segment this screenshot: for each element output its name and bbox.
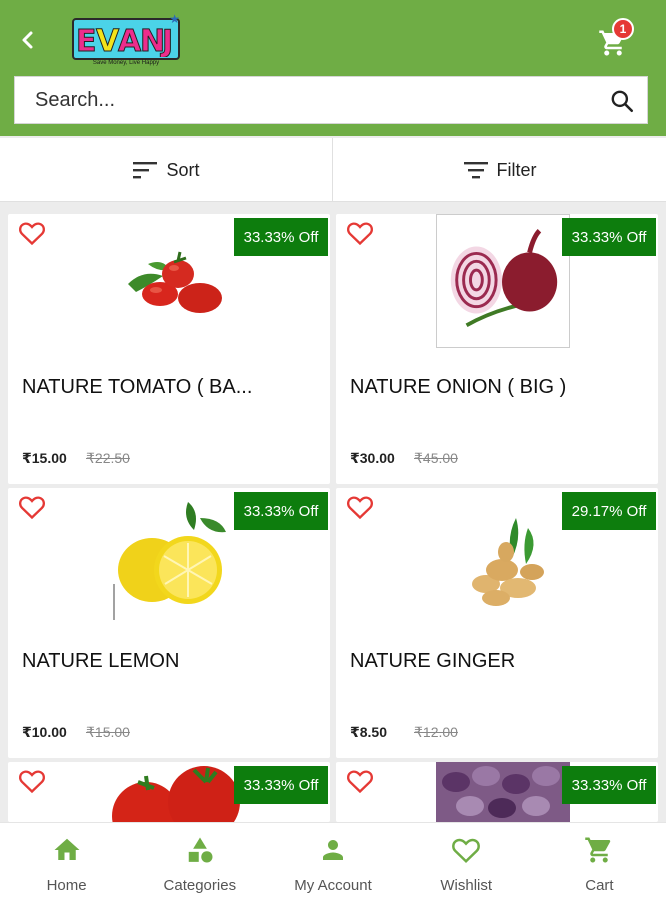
nav-cart-label: Cart [585, 877, 614, 894]
logo-wordmark: E V A N J [76, 24, 174, 58]
discount-badge: 33.33% Off [234, 766, 328, 804]
svg-text:A: A [118, 24, 142, 57]
tomato-image [128, 251, 222, 313]
sort-button[interactable]: Sort [0, 138, 333, 202]
product-name: NATURE TOMATO ( BA... [22, 376, 253, 398]
wishlist-heart-icon[interactable] [18, 220, 46, 246]
wishlist-heart-icon[interactable] [346, 220, 374, 246]
home-icon [54, 838, 80, 860]
nav-home[interactable]: Home [0, 823, 133, 900]
product-card[interactable]: 33.33% Off NATURE ONION ( BIG ) ₹30.00 ₹… [336, 214, 658, 484]
back-arrow-icon [22, 31, 33, 49]
svg-text:V: V [96, 24, 120, 57]
account-icon [323, 840, 343, 860]
product-mrp: ₹15.00 [86, 724, 130, 740]
product-card[interactable]: 33.33% Off [8, 762, 330, 822]
discount-badge: 33.33% Off [234, 218, 328, 256]
discount-badge: 29.17% Off [562, 492, 656, 530]
sort-filter-bar: Sort Filter [0, 138, 666, 202]
product-name: NATURE ONION ( BIG ) [350, 376, 567, 398]
lemon-image [113, 502, 226, 620]
discount-badge: 33.33% Off [562, 218, 656, 256]
filter-button[interactable]: Filter [333, 138, 666, 202]
heart-icon [452, 838, 481, 863]
nav-home-label: Home [46, 877, 87, 894]
wishlist-heart-icon[interactable] [346, 494, 374, 520]
product-mrp: ₹22.50 [86, 450, 130, 466]
wishlist-heart-icon[interactable] [18, 494, 46, 520]
product-price: ₹10.00 [22, 724, 67, 740]
app-header: E V A N J ★ Save Money, Live Happy 1 [0, 0, 666, 136]
wishlist-heart-icon[interactable] [346, 768, 374, 794]
svg-text:J: J [160, 24, 174, 57]
search-icon[interactable] [609, 88, 635, 114]
search-input[interactable] [15, 78, 595, 122]
ginger-image [472, 518, 544, 606]
product-price: ₹8.50 [350, 724, 387, 740]
nav-wishlist-label: Wishlist [440, 877, 493, 894]
back-button[interactable] [14, 26, 42, 54]
onion-image [436, 214, 570, 348]
product-card[interactable]: 33.33% Off [336, 762, 658, 822]
product-price: ₹15.00 [22, 450, 67, 466]
sort-icon [133, 162, 158, 179]
discount-badge: 33.33% Off [562, 766, 656, 804]
logo-tagline: Save Money, Live Happy [92, 60, 160, 66]
search-bar [14, 76, 648, 124]
product-name: NATURE LEMON [22, 650, 180, 672]
product-card[interactable]: 33.33% Off NATURE LEMON ₹10.00 ₹15.00 [8, 488, 330, 758]
product-price: ₹30.00 [350, 450, 395, 466]
filter-label: Filter [496, 159, 537, 180]
cart-count-badge: 1 [612, 18, 634, 40]
sort-label: Sort [166, 159, 200, 180]
filter-icon [463, 162, 488, 179]
wishlist-heart-icon[interactable] [18, 768, 46, 794]
product-card[interactable]: 33.33% Off NATURE TOMATO ( BA... ₹15.00 … [8, 214, 330, 484]
nav-my-account-label: My Account [294, 877, 372, 894]
discount-badge: 33.33% Off [234, 492, 328, 530]
nav-categories[interactable]: Categories [133, 823, 266, 900]
bottom-navigation: Home Categories My Account Wishlist Cart [0, 822, 666, 900]
categories-icon [188, 837, 213, 863]
product-mrp: ₹45.00 [414, 450, 458, 466]
product-name: NATURE GINGER [350, 650, 516, 672]
nav-wishlist[interactable]: Wishlist [400, 823, 533, 900]
cart-icon [585, 837, 611, 863]
nav-cart[interactable]: Cart [533, 823, 666, 900]
tomato-image [112, 766, 240, 822]
nav-my-account[interactable]: My Account [266, 823, 399, 900]
brinjal-image [436, 762, 570, 822]
brand-logo[interactable]: E V A N J ★ Save Money, Live Happy [70, 12, 182, 74]
nav-categories-label: Categories [163, 877, 237, 894]
logo-star-icon: ★ [169, 12, 180, 26]
product-mrp: ₹12.00 [414, 724, 458, 740]
product-card[interactable]: 29.17% Off NATURE GINGER ₹8.50 ₹12.00 [336, 488, 658, 758]
svg-text:E: E [76, 24, 98, 57]
header-cart-button[interactable]: 1 [598, 18, 638, 58]
